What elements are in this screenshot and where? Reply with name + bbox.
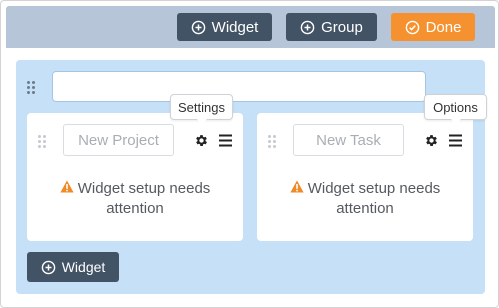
widget-card: New Task Widget setup needs attention (257, 113, 473, 241)
add-group-button[interactable]: Group (286, 13, 377, 41)
options-tooltip: Options (424, 94, 487, 125)
menu-icon[interactable] (449, 134, 463, 152)
warning-text: Widget setup needs (77, 180, 211, 197)
widget-name-input[interactable]: New Task (293, 124, 404, 156)
done-button[interactable]: Done (391, 13, 475, 41)
gear-icon[interactable] (194, 133, 209, 153)
gear-icon[interactable] (424, 133, 439, 153)
warning-text-line2: attention (106, 200, 164, 217)
add-widget-label: Widget (211, 18, 259, 36)
check-circle-icon (405, 20, 420, 35)
drag-handle-icon[interactable] (38, 135, 46, 148)
menu-icon[interactable] (219, 134, 233, 152)
done-label: Done (425, 18, 462, 36)
warning-text: Widget setup needs (307, 180, 441, 197)
plus-circle-icon (300, 20, 315, 35)
drag-handle-icon[interactable] (268, 135, 276, 148)
plus-circle-icon (41, 260, 56, 275)
editor-toolbar: Widget Group Done (6, 6, 495, 48)
group-add-widget-button[interactable]: Widget (27, 252, 119, 282)
add-group-label: Group (321, 18, 363, 36)
warning-text-line2: attention (336, 200, 394, 217)
warning-icon (290, 179, 304, 199)
widget-warning-message: Widget setup needs attention (27, 179, 243, 219)
warning-icon (60, 179, 74, 199)
widget-warning-message: Widget setup needs attention (257, 179, 473, 219)
group-title-input[interactable] (52, 71, 426, 102)
group-add-widget-label: Widget (61, 259, 106, 275)
widget-card: New Project Widget setup needs attention (27, 113, 243, 241)
settings-tooltip: Settings (170, 94, 233, 125)
dashboard-editor: Widget Group Done New Project Widget set… (0, 0, 499, 308)
plus-circle-icon (191, 20, 206, 35)
group-drag-handle-icon[interactable] (27, 81, 35, 94)
widget-name-input[interactable]: New Project (63, 124, 174, 156)
add-widget-button[interactable]: Widget (177, 13, 272, 41)
